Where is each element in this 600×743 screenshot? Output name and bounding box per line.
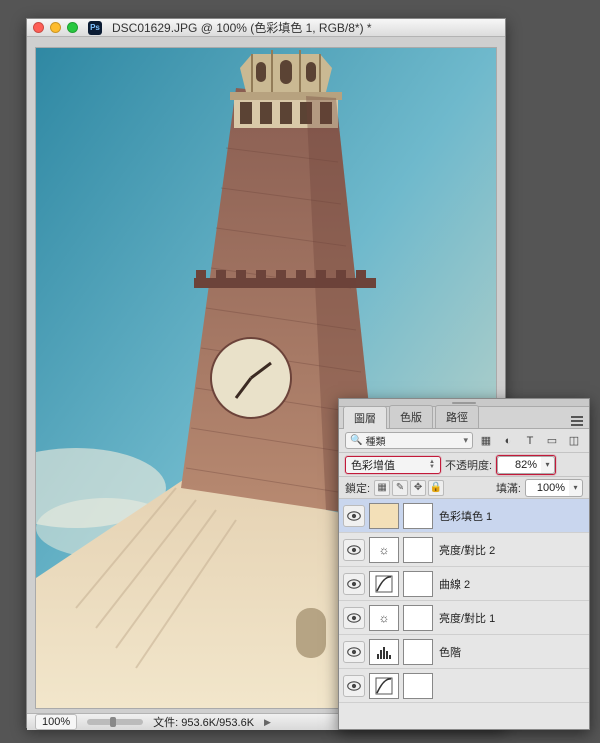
brightness-contrast-icon: ☼ <box>379 611 390 625</box>
blend-mode-select[interactable]: 色彩增值 ▲▼ <box>345 456 441 474</box>
lock-all-icon[interactable]: 🔒 <box>428 480 444 496</box>
search-icon: 🔍 <box>350 435 362 446</box>
layer-name[interactable]: 色彩填色 1 <box>439 508 492 524</box>
file-info: 文件: 953.6K/953.6K <box>153 714 254 730</box>
lock-icons: ▦ ✎ ✥ 🔒 <box>374 480 444 496</box>
layer-row[interactable]: 曲線 2 <box>339 567 589 601</box>
visibility-toggle[interactable] <box>343 573 365 595</box>
tab-channels[interactable]: 色版 <box>389 405 433 428</box>
brightness-contrast-icon: ☼ <box>379 543 390 557</box>
zoom-traffic-light[interactable] <box>67 22 78 33</box>
eye-icon <box>347 681 361 691</box>
panel-tabs: 圖層 色版 路徑 <box>339 407 589 429</box>
layers-list: 色彩填色 1 ☼ 亮度/對比 2 曲線 2 ☼ <box>339 499 589 729</box>
layer-thumb[interactable]: ☼ <box>369 605 399 631</box>
eye-icon <box>347 579 361 589</box>
eye-icon <box>347 545 361 555</box>
lock-label: 鎖定: <box>345 480 370 496</box>
layers-panel: 圖層 色版 路徑 🔍 種類 ▾ ▦ ◐ T ▭ ◫ 色彩增值 ▲▼ 不透明度: … <box>338 398 590 730</box>
filter-shape-icon[interactable]: ▭ <box>543 433 561 449</box>
curves-icon <box>374 574 394 594</box>
layer-thumb[interactable]: ☼ <box>369 537 399 563</box>
curves-icon <box>374 676 394 696</box>
layer-thumb[interactable] <box>369 639 399 665</box>
layer-name[interactable]: 亮度/對比 2 <box>439 542 495 558</box>
filter-label: 種類 <box>365 433 385 448</box>
layer-name[interactable]: 色階 <box>439 644 461 660</box>
lock-transparent-icon[interactable]: ▦ <box>374 480 390 496</box>
layer-mask-thumb[interactable] <box>403 537 433 563</box>
layer-row[interactable]: ☼ 亮度/對比 1 <box>339 601 589 635</box>
opacity-label: 不透明度: <box>445 457 492 473</box>
levels-icon <box>374 642 394 662</box>
layer-thumb[interactable] <box>369 503 399 529</box>
layer-name[interactable]: 亮度/對比 1 <box>439 610 495 626</box>
layer-row[interactable]: 色階 <box>339 635 589 669</box>
lock-fill-row: 鎖定: ▦ ✎ ✥ 🔒 填滿: 100% ▾ <box>339 477 589 499</box>
panel-menu-icon[interactable] <box>569 414 585 428</box>
eye-icon <box>347 511 361 521</box>
lock-position-icon[interactable]: ✥ <box>410 480 426 496</box>
select-arrows-icon: ▲▼ <box>429 460 435 470</box>
document-title: DSC01629.JPG @ 100% (色彩填色 1, RGB/8*) * <box>112 19 372 36</box>
opacity-input[interactable]: 82% <box>497 456 541 474</box>
blend-opacity-row: 色彩增值 ▲▼ 不透明度: 82% ▾ <box>339 453 589 477</box>
chevron-down-icon: ▾ <box>463 435 468 446</box>
layer-row[interactable] <box>339 669 589 703</box>
layer-mask-thumb[interactable] <box>403 639 433 665</box>
filter-adjustment-icon[interactable]: ◐ <box>499 433 517 449</box>
opacity-dropdown-icon[interactable]: ▾ <box>541 456 555 474</box>
zoom-slider[interactable] <box>87 719 143 725</box>
layer-name[interactable]: 曲線 2 <box>439 576 470 592</box>
filter-pixel-icon[interactable]: ▦ <box>477 433 495 449</box>
layer-mask-thumb[interactable] <box>403 605 433 631</box>
zoom-field[interactable]: 100% <box>35 714 77 730</box>
filter-type-icon[interactable]: T <box>521 433 539 449</box>
statusbar-flyout-icon[interactable]: ▶ <box>264 717 271 728</box>
filter-smart-icon[interactable]: ◫ <box>565 433 583 449</box>
fill-dropdown-icon[interactable]: ▾ <box>569 479 583 497</box>
layer-mask-thumb[interactable] <box>403 503 433 529</box>
eye-icon <box>347 613 361 623</box>
minimize-traffic-light[interactable] <box>50 22 61 33</box>
visibility-toggle[interactable] <box>343 505 365 527</box>
blend-mode-value: 色彩增值 <box>351 457 395 473</box>
visibility-toggle[interactable] <box>343 641 365 663</box>
photoshop-badge-icon: Ps <box>88 21 102 35</box>
visibility-toggle[interactable] <box>343 539 365 561</box>
visibility-toggle[interactable] <box>343 675 365 697</box>
fill-input[interactable]: 100% <box>525 479 569 497</box>
layer-mask-thumb[interactable] <box>403 673 433 699</box>
fill-label: 填滿: <box>496 480 521 496</box>
titlebar: Ps DSC01629.JPG @ 100% (色彩填色 1, RGB/8*) … <box>27 19 505 37</box>
close-traffic-light[interactable] <box>33 22 44 33</box>
eye-icon <box>347 647 361 657</box>
lock-pixels-icon[interactable]: ✎ <box>392 480 408 496</box>
layer-row[interactable]: 色彩填色 1 <box>339 499 589 533</box>
layer-mask-thumb[interactable] <box>403 571 433 597</box>
layer-thumb[interactable] <box>369 571 399 597</box>
layer-row[interactable]: ☼ 亮度/對比 2 <box>339 533 589 567</box>
filter-row: 🔍 種類 ▾ ▦ ◐ T ▭ ◫ <box>339 429 589 453</box>
layer-filter-select[interactable]: 🔍 種類 ▾ <box>345 432 473 449</box>
tab-layers[interactable]: 圖層 <box>343 406 387 429</box>
tab-paths[interactable]: 路徑 <box>435 405 479 428</box>
layer-thumb[interactable] <box>369 673 399 699</box>
visibility-toggle[interactable] <box>343 607 365 629</box>
